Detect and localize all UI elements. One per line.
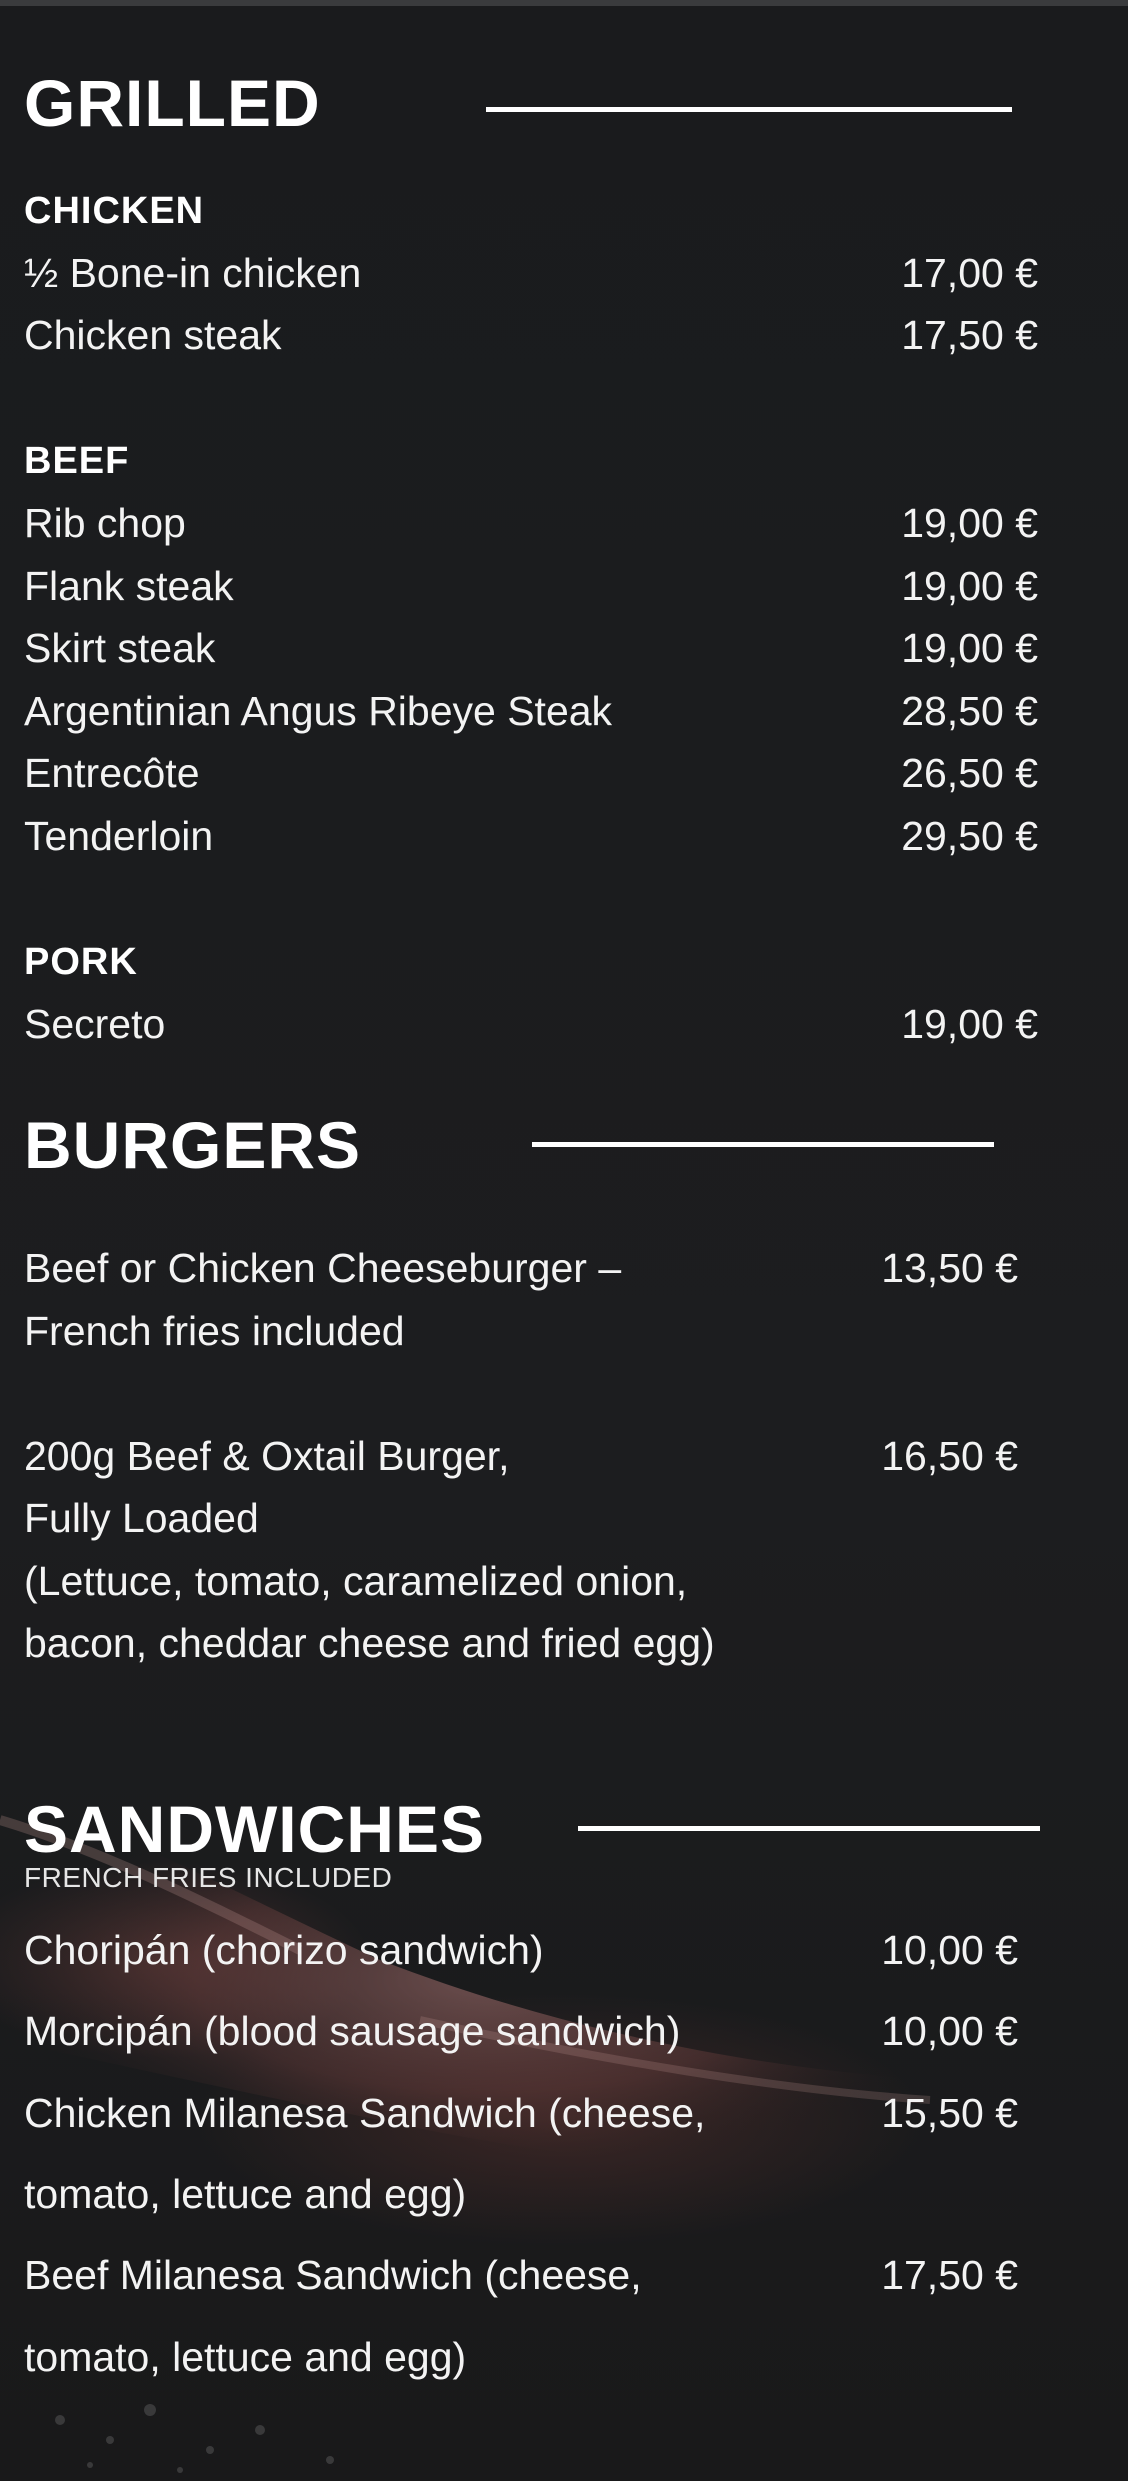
- menu-item-name: ½ Bone-in chicken: [24, 250, 362, 296]
- section-title-sandwiches: SANDWICHES: [24, 1792, 486, 1866]
- category-title-beef: BEEF: [24, 440, 130, 482]
- menu-item-name: Flank steak: [24, 563, 234, 609]
- menu-item-name-line: (Lettuce, tomato, caramelized onion,: [24, 1558, 688, 1604]
- category-title-pork: PORK: [24, 941, 138, 983]
- menu-item-name: Tenderloin: [24, 813, 214, 859]
- menu-item-name: Argentinian Angus Ribeye Steak: [24, 688, 613, 734]
- menu-item-name: Chicken steak: [24, 312, 282, 358]
- menu-item-price: 19,00 €: [901, 625, 1038, 671]
- menu-item-name-line: French fries included: [24, 1308, 405, 1354]
- category-title-chicken: CHICKEN: [24, 190, 205, 232]
- menu-item-price: 17,50 €: [901, 312, 1038, 358]
- menu-item-name-line: Morcipán (blood sausage sandwich): [24, 2008, 681, 2054]
- section-divider-burgers: [532, 1142, 994, 1147]
- section-divider-grilled: [486, 107, 1012, 112]
- menu-item-name: Skirt steak: [24, 625, 216, 671]
- menu-item-name-line: 200g Beef & Oxtail Burger,: [24, 1433, 510, 1479]
- menu-item-price: 17,50 €: [881, 2252, 1018, 2298]
- menu-item-name: Entrecôte: [24, 750, 200, 796]
- section-title-grilled: GRILLED: [24, 66, 321, 140]
- section-title-burgers: BURGERS: [24, 1108, 362, 1182]
- menu-item-price: 19,00 €: [901, 500, 1038, 546]
- menu-item-price: 26,50 €: [901, 750, 1038, 796]
- menu-item-price: 28,50 €: [901, 688, 1038, 734]
- menu-item-name-line: tomato, lettuce and egg): [24, 2171, 467, 2217]
- menu-item-price: 19,00 €: [901, 563, 1038, 609]
- menu-item-name: Rib chop: [24, 500, 186, 546]
- menu-item-price: 19,00 €: [901, 1001, 1038, 1047]
- menu-item-price: 16,50 €: [881, 1433, 1018, 1479]
- menu-item-name-line: Chicken Milanesa Sandwich (cheese,: [24, 2090, 706, 2136]
- menu-item-price: 10,00 €: [881, 2008, 1018, 2054]
- menu-item-price: 15,50 €: [881, 2090, 1018, 2136]
- menu-item-price: 17,00 €: [901, 250, 1038, 296]
- menu-item-name-line: tomato, lettuce and egg): [24, 2334, 467, 2380]
- menu-item-name-line: Beef Milanesa Sandwich (cheese,: [24, 2252, 642, 2298]
- top-bar: [0, 0, 1128, 6]
- section-subtitle: FRENCH FRIES INCLUDED: [24, 1862, 393, 1893]
- menu-item-name: Secreto: [24, 1001, 166, 1047]
- menu-item-price: 10,00 €: [881, 1927, 1018, 1973]
- section-divider-sandwiches: [578, 1826, 1040, 1831]
- menu-item-name-line: Fully Loaded: [24, 1495, 259, 1541]
- menu-item-name-line: Choripán (chorizo sandwich): [24, 1927, 544, 1973]
- menu-item-price: 13,50 €: [881, 1245, 1018, 1291]
- menu-item-name-line: bacon, cheddar cheese and fried egg): [24, 1620, 715, 1666]
- menu-item-name-line: Beef or Chicken Cheeseburger –: [24, 1245, 622, 1291]
- menu-item-price: 29,50 €: [901, 813, 1038, 859]
